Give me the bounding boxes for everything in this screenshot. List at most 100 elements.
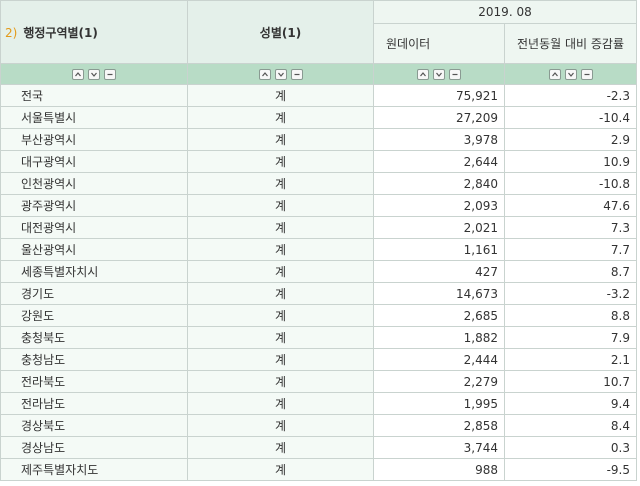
change-cell: 8.7 <box>504 260 637 283</box>
expand-down-icon[interactable] <box>88 69 100 80</box>
change-cell: 47.6 <box>504 194 637 217</box>
region-cell: 강원도 <box>0 304 188 327</box>
raw-controls <box>373 63 505 85</box>
expand-up-icon[interactable] <box>72 69 84 80</box>
change-cell: -2.3 <box>504 84 637 107</box>
value-cell: 1,995 <box>373 392 505 415</box>
expand-down-icon[interactable] <box>274 69 287 80</box>
dim1-label: 행정구역별(1) <box>23 25 98 40</box>
change-cell: 7.7 <box>504 238 637 261</box>
change-cell: 10.9 <box>504 150 637 173</box>
value-cell: 427 <box>373 260 505 283</box>
statistics-table: 2) 행정구역별(1) 성별(1) 2019. 08 원데이터 전년동월 대비 증… <box>0 0 637 481</box>
value-cell: 3,978 <box>373 128 505 151</box>
value-cell: 2,840 <box>373 172 505 195</box>
change-cell: -10.8 <box>504 172 637 195</box>
sex-cell: 계 <box>187 282 374 305</box>
sex-cell: 계 <box>187 392 374 415</box>
change-cell: -3.2 <box>504 282 637 305</box>
value-cell: 2,021 <box>373 216 505 239</box>
collapse-icon[interactable] <box>104 69 116 80</box>
region-cell: 충청북도 <box>0 326 188 349</box>
dim2-label: 성별(1) <box>259 25 302 40</box>
sex-cell: 계 <box>187 370 374 393</box>
dim2-header[interactable]: 성별(1) <box>187 0 374 64</box>
change-cell: 9.4 <box>504 392 637 415</box>
col-change-header: 전년동월 대비 증감률 <box>504 23 637 64</box>
change-cell: 8.8 <box>504 304 637 327</box>
sex-cell: 계 <box>187 216 374 239</box>
sex-cell: 계 <box>187 106 374 129</box>
change-cell: 10.7 <box>504 370 637 393</box>
region-cell: 대전광역시 <box>0 216 188 239</box>
value-cell: 3,744 <box>373 436 505 459</box>
sex-cell: 계 <box>187 326 374 349</box>
change-cell: -10.4 <box>504 106 637 129</box>
sex-cell: 계 <box>187 128 374 151</box>
value-cell: 2,093 <box>373 194 505 217</box>
value-cell: 988 <box>373 458 505 481</box>
collapse-icon[interactable] <box>449 69 461 80</box>
table-row: 울산광역시 계 1,161 7.7 <box>0 238 637 261</box>
value-cell: 2,444 <box>373 348 505 371</box>
table-row: 대전광역시 계 2,021 7.3 <box>0 216 637 239</box>
table-row: 경기도 계 14,673 -3.2 <box>0 282 637 305</box>
table-row: 인천광역시 계 2,840 -10.8 <box>0 172 637 195</box>
change-cell: 2.9 <box>504 128 637 151</box>
dim2-controls <box>187 63 374 85</box>
table-row: 전라남도 계 1,995 9.4 <box>0 392 637 415</box>
region-cell: 광주광역시 <box>0 194 188 217</box>
region-cell: 울산광역시 <box>0 238 188 261</box>
value-cell: 2,279 <box>373 370 505 393</box>
value-cell: 1,161 <box>373 238 505 261</box>
expand-up-icon[interactable] <box>548 69 561 80</box>
sex-cell: 계 <box>187 194 374 217</box>
expand-up-icon[interactable] <box>258 69 271 80</box>
value-cell: 1,882 <box>373 326 505 349</box>
table-row: 대구광역시 계 2,644 10.9 <box>0 150 637 173</box>
region-cell: 전라북도 <box>0 370 188 393</box>
value-cell: 27,209 <box>373 106 505 129</box>
region-cell: 세종특별자치시 <box>0 260 188 283</box>
value-cell: 14,673 <box>373 282 505 305</box>
expand-down-icon[interactable] <box>433 69 445 80</box>
sex-cell: 계 <box>187 172 374 195</box>
change-cell: 7.9 <box>504 326 637 349</box>
value-cell: 2,685 <box>373 304 505 327</box>
change-cell: 8.4 <box>504 414 637 437</box>
region-cell: 전국 <box>0 84 188 107</box>
dim1-header[interactable]: 2) 행정구역별(1) <box>0 0 188 64</box>
dim1-index: 2) <box>5 25 18 40</box>
region-cell: 부산광역시 <box>0 128 188 151</box>
sex-cell: 계 <box>187 348 374 371</box>
table-row: 전국 계 75,921 -2.3 <box>0 84 637 107</box>
region-cell: 경상북도 <box>0 414 188 437</box>
sex-cell: 계 <box>187 84 374 107</box>
change-cell: 2.1 <box>504 348 637 371</box>
expand-down-icon[interactable] <box>564 69 577 80</box>
sex-cell: 계 <box>187 436 374 459</box>
region-cell: 경기도 <box>0 282 188 305</box>
value-cell: 2,858 <box>373 414 505 437</box>
region-cell: 전라남도 <box>0 392 188 415</box>
sex-cell: 계 <box>187 260 374 283</box>
table-row: 세종특별자치시 계 427 8.7 <box>0 260 637 283</box>
collapse-icon[interactable] <box>580 69 593 80</box>
value-cell: 75,921 <box>373 84 505 107</box>
expand-up-icon[interactable] <box>417 69 429 80</box>
sex-cell: 계 <box>187 238 374 261</box>
collapse-icon[interactable] <box>290 69 303 80</box>
change-cell: 0.3 <box>504 436 637 459</box>
region-cell: 인천광역시 <box>0 172 188 195</box>
change-cell: 7.3 <box>504 216 637 239</box>
table-row: 서울특별시 계 27,209 -10.4 <box>0 106 637 129</box>
table-row: 경상북도 계 2,858 8.4 <box>0 414 637 437</box>
sex-cell: 계 <box>187 304 374 327</box>
table-row: 광주광역시 계 2,093 47.6 <box>0 194 637 217</box>
change-cell: -9.5 <box>504 458 637 481</box>
region-cell: 대구광역시 <box>0 150 188 173</box>
table-row: 전라북도 계 2,279 10.7 <box>0 370 637 393</box>
sex-cell: 계 <box>187 414 374 437</box>
table-row: 충청남도 계 2,444 2.1 <box>0 348 637 371</box>
sex-cell: 계 <box>187 150 374 173</box>
